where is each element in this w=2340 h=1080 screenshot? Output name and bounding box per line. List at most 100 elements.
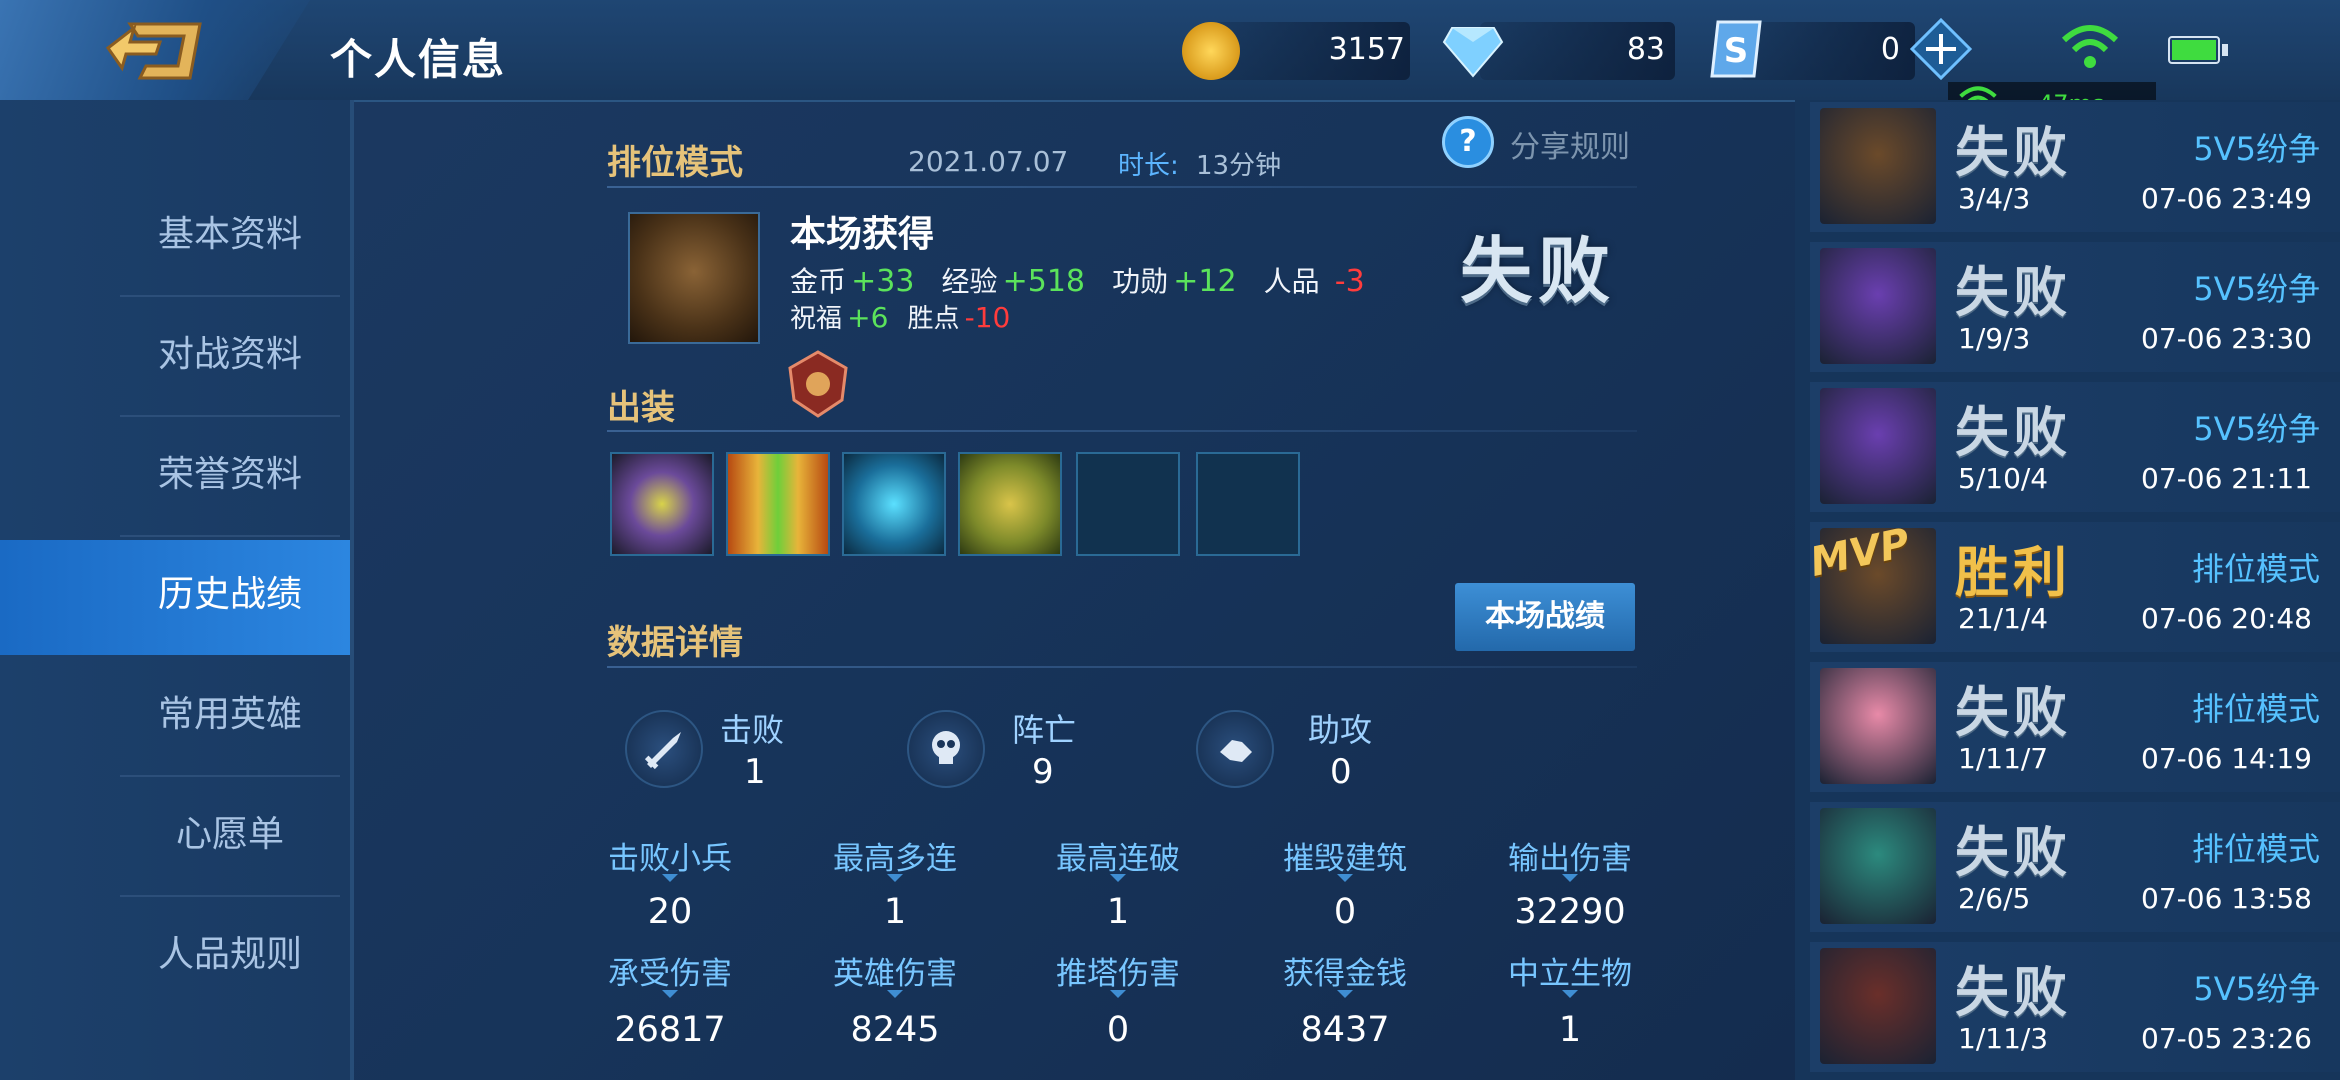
arrow-icon — [1337, 990, 1353, 998]
divider — [607, 430, 1637, 432]
hero-avatar — [628, 212, 760, 344]
arrow-icon — [1562, 874, 1578, 882]
assist-icon-circle — [1196, 710, 1274, 788]
battery-icon — [2168, 36, 2220, 64]
stat-value-hero-damage: 8245 — [850, 1010, 940, 1050]
history-mode: 5V5纷争 — [2193, 270, 2320, 308]
match-stats-button[interactable]: 本场战绩 — [1455, 583, 1635, 651]
history-kda: 5/10/4 — [1958, 462, 2049, 495]
stat-label-max-streak: 最高连破 — [1056, 841, 1180, 877]
stat-value-gold-earned: 8437 — [1300, 1010, 1390, 1050]
equip-slot-3[interactable] — [842, 452, 946, 556]
equip-slot-1[interactable] — [610, 452, 714, 556]
stat-label-minions: 击败小兵 — [608, 841, 732, 877]
gain-row-1: 金币 +33 经验 +518 功勋 +12 人品 -3 — [790, 260, 1365, 300]
add-currency-button[interactable] — [1910, 18, 1972, 80]
arrow-icon — [662, 990, 678, 998]
sidebar-item-wishlist[interactable]: 心愿单 — [120, 775, 340, 897]
history-date: 07-05 23:26 — [2141, 1022, 2312, 1055]
stat-label-gold-earned: 获得金钱 — [1283, 956, 1407, 992]
history-kda: 3/4/3 — [1958, 182, 2031, 215]
history-result: 失败 — [1955, 121, 2071, 184]
assist-label: 助攻 — [1308, 711, 1373, 749]
arrow-icon — [1110, 990, 1126, 998]
coupon-icon: S — [1710, 20, 1762, 78]
gain-title: 本场获得 — [790, 214, 935, 255]
equip-slot-5[interactable] — [1076, 452, 1180, 556]
diamond-value: 83 — [1626, 32, 1665, 67]
exp-gain-value: +518 — [1002, 264, 1086, 299]
back-arrow-icon[interactable] — [100, 18, 210, 84]
match-mode: 排位模式 — [607, 143, 743, 183]
history-result: 失败 — [1955, 261, 2071, 324]
duration-label: 时长: — [1118, 151, 1179, 181]
gold-gain-value: +33 — [851, 264, 915, 299]
arrow-icon — [1337, 874, 1353, 882]
arrow-icon — [887, 874, 903, 882]
duration-value: 13分钟 — [1196, 151, 1282, 181]
help-icon[interactable]: ? — [1442, 116, 1494, 168]
history-kda: 1/11/7 — [1958, 742, 2049, 775]
history-date: 07-06 14:19 — [2141, 742, 2312, 775]
rank-badge-icon — [788, 350, 848, 418]
kill-label: 击败 — [720, 711, 785, 749]
stat-value-max-multikill: 1 — [883, 892, 907, 932]
sidebar-item-basic-info[interactable]: 基本资料 — [120, 175, 340, 297]
merit-gain-label: 功勋 — [1112, 265, 1169, 298]
sidebar-item-honor-info[interactable]: 荣誉资料 — [120, 415, 340, 537]
divider — [607, 186, 1637, 188]
sidebar-item-match-history[interactable]: 历史战绩 — [120, 535, 340, 655]
arrow-icon — [662, 874, 678, 882]
history-kda: 21/1/4 — [1958, 602, 2049, 635]
stat-value-max-streak: 1 — [1106, 892, 1130, 932]
sidebar-item-common-heroes[interactable]: 常用英雄 — [120, 655, 340, 777]
stat-value-minions: 20 — [647, 892, 693, 932]
history-hero-avatar — [1820, 668, 1936, 784]
stat-label-damage-taken: 承受伤害 — [608, 956, 732, 992]
history-result: 失败 — [1955, 961, 2071, 1024]
history-date: 07-06 23:49 — [2141, 182, 2312, 215]
exp-gain-label: 经验 — [941, 265, 998, 298]
history-hero-avatar — [1820, 108, 1936, 224]
assist-value: 0 — [1330, 752, 1352, 792]
equip-slot-2[interactable] — [726, 452, 830, 556]
gold-gain-label: 金币 — [790, 265, 847, 298]
stat-label-hero-damage: 英雄伤害 — [833, 956, 957, 992]
share-rules-link[interactable]: 分享规则 — [1510, 122, 1630, 166]
sidebar-item-credit-rules[interactable]: 人品规则 — [120, 895, 340, 1015]
equip-title: 出装 — [607, 388, 675, 428]
history-mode: 排位模式 — [2191, 550, 2320, 588]
history-kda: 2/6/5 — [1958, 882, 2031, 915]
equip-slot-4[interactable] — [958, 452, 1062, 556]
history-date: 07-06 23:30 — [2141, 322, 2312, 355]
gold-coin-icon — [1182, 22, 1240, 80]
history-mode: 5V5纷争 — [2193, 410, 2320, 448]
blessing-value: +6 — [847, 301, 889, 334]
kill-value: 1 — [744, 752, 766, 792]
history-date: 07-06 13:58 — [2141, 882, 2312, 915]
history-hero-avatar — [1820, 388, 1936, 504]
sidebar-item-battle-info[interactable]: 对战资料 — [120, 295, 340, 417]
history-hero-avatar — [1820, 808, 1936, 924]
stat-label-buildings: 摧毁建筑 — [1283, 841, 1407, 877]
blessing-label: 祝福 — [790, 304, 843, 334]
history-mode: 5V5纷争 — [2193, 130, 2320, 168]
rp-gain-label: 人品 — [1263, 265, 1320, 298]
stat-value-damage-dealt: 32290 — [1514, 892, 1626, 932]
arrow-icon — [1110, 874, 1126, 882]
stat-label-neutral: 中立生物 — [1508, 956, 1632, 992]
history-mode: 排位模式 — [2191, 690, 2320, 728]
history-result: 失败 — [1955, 821, 2071, 884]
win-points-value: -10 — [964, 301, 1011, 334]
battery-tip — [2222, 44, 2228, 56]
coupon-value: 0 — [1880, 32, 1900, 67]
stat-label-max-multikill: 最高多连 — [833, 841, 957, 877]
history-mode: 5V5纷争 — [2193, 970, 2320, 1008]
win-points-label: 胜点 — [907, 304, 960, 334]
history-kda: 1/11/3 — [1958, 1022, 2049, 1055]
sword-icon — [644, 732, 681, 770]
gold-value: 3157 — [1328, 32, 1405, 67]
equip-slot-6[interactable] — [1196, 452, 1300, 556]
kill-icon-circle — [625, 710, 703, 788]
history-result: 失败 — [1955, 681, 2071, 744]
